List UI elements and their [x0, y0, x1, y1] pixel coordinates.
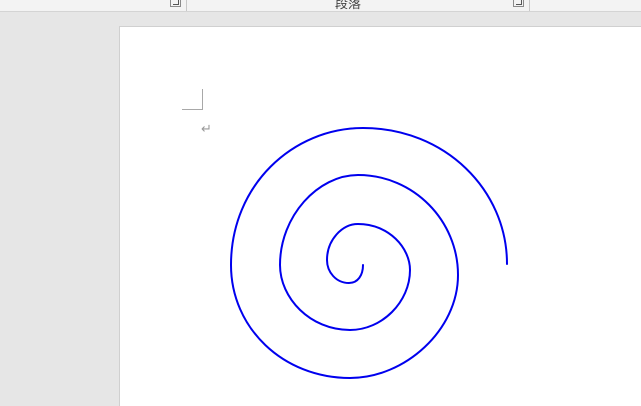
spiral-drawing[interactable]: [0, 0, 641, 400]
spiral-shape[interactable]: [229, 126, 508, 380]
